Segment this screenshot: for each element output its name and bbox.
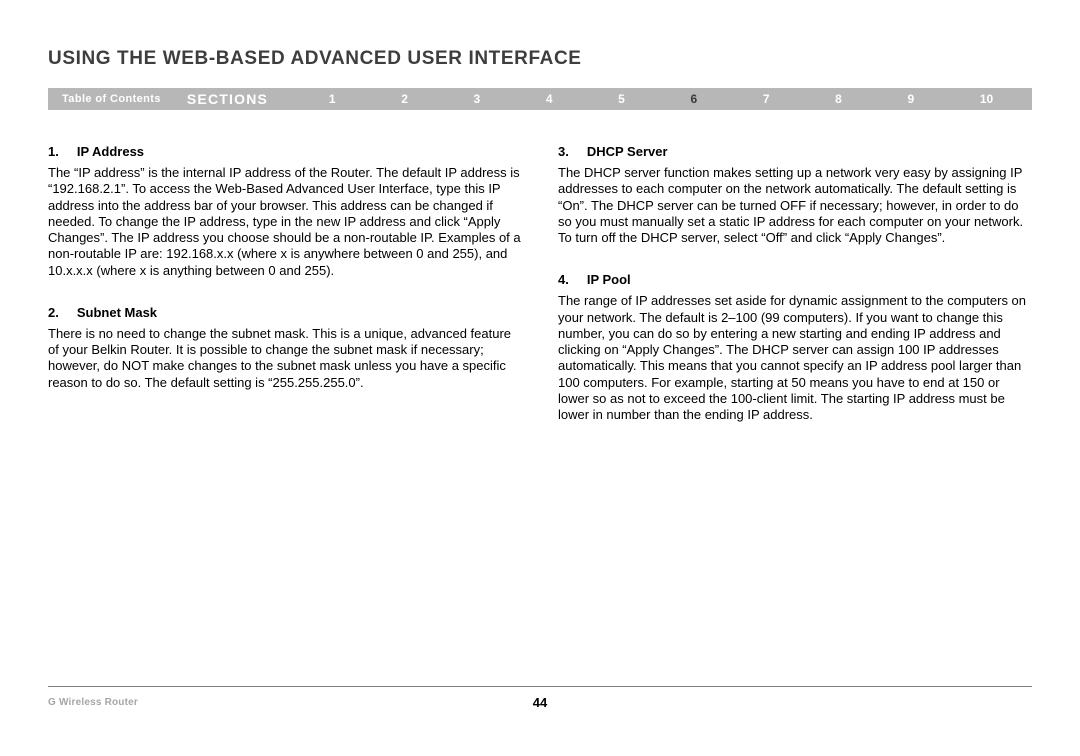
- item-title: Subnet Mask: [77, 305, 157, 320]
- footer-page-number: 44: [533, 695, 547, 710]
- item-heading-ip-pool: 4. IP Pool: [558, 272, 1032, 287]
- item-body-dhcp-server: The DHCP server function makes setting u…: [558, 165, 1032, 246]
- document-page: USING THE WEB-BASED ADVANCED USER INTERF…: [0, 0, 1080, 756]
- section-link-1[interactable]: 1: [329, 92, 336, 106]
- left-column: 1. IP Address The “IP address” is the in…: [48, 144, 522, 449]
- section-link-5[interactable]: 5: [618, 92, 625, 106]
- item-heading-dhcp-server: 3. DHCP Server: [558, 144, 1032, 159]
- section-numbers: 1 2 3 4 5 6 7 8 9 10: [290, 88, 1032, 110]
- item-heading-ip-address: 1. IP Address: [48, 144, 522, 159]
- toc-link[interactable]: Table of Contents: [48, 88, 175, 110]
- section-link-8[interactable]: 8: [835, 92, 842, 106]
- item-body-subnet-mask: There is no need to change the subnet ma…: [48, 326, 522, 391]
- section-link-2[interactable]: 2: [401, 92, 408, 106]
- item-number: 4.: [558, 272, 569, 287]
- section-link-7[interactable]: 7: [763, 92, 770, 106]
- item-title: IP Address: [77, 144, 144, 159]
- section-link-6[interactable]: 6: [691, 92, 698, 106]
- content-columns: 1. IP Address The “IP address” is the in…: [48, 144, 1032, 449]
- item-title: DHCP Server: [587, 144, 668, 159]
- section-link-4[interactable]: 4: [546, 92, 553, 106]
- sections-label: SECTIONS: [175, 88, 290, 110]
- item-number: 2.: [48, 305, 59, 320]
- section-link-10[interactable]: 10: [980, 92, 993, 106]
- footer-product-name: G Wireless Router: [48, 697, 138, 708]
- right-column: 3. DHCP Server The DHCP server function …: [558, 144, 1032, 449]
- section-link-3[interactable]: 3: [474, 92, 481, 106]
- section-link-9[interactable]: 9: [907, 92, 914, 106]
- item-number: 3.: [558, 144, 569, 159]
- item-title: IP Pool: [587, 272, 631, 287]
- footer: G Wireless Router 44: [48, 686, 1032, 708]
- item-body-ip-address: The “IP address” is the internal IP addr…: [48, 165, 522, 279]
- item-number: 1.: [48, 144, 59, 159]
- item-heading-subnet-mask: 2. Subnet Mask: [48, 305, 522, 320]
- sections-nav-bar: Table of Contents SECTIONS 1 2 3 4 5 6 7…: [48, 88, 1032, 110]
- page-title: USING THE WEB-BASED ADVANCED USER INTERF…: [48, 48, 1032, 70]
- item-body-ip-pool: The range of IP addresses set aside for …: [558, 293, 1032, 423]
